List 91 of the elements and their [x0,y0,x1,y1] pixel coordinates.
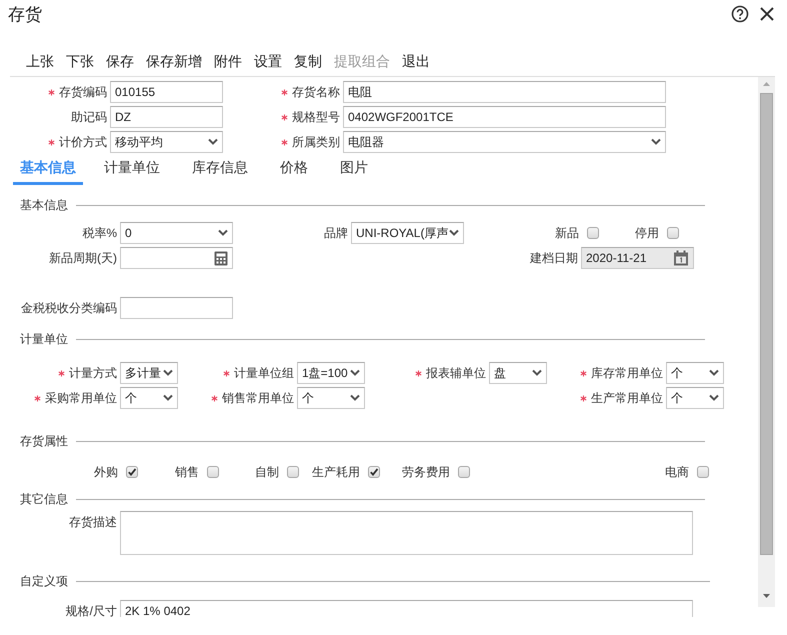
dropdown[interactable]: 1盘=100 [297,362,365,384]
field-label: 规格/尺寸 [66,602,117,617]
toolbar-button[interactable]: 下张 [66,53,94,71]
chevron-icon [651,138,661,146]
chevron-icon [163,394,173,402]
tab[interactable]: 库存信息 [185,157,255,185]
field-label: 劳务费用 [402,464,450,480]
toolbar-button[interactable]: 保存 [106,53,134,71]
checkbox[interactable] [207,466,219,478]
toolbar-button[interactable]: 附件 [214,53,242,71]
checkbox[interactable] [126,466,138,478]
field-label: 销售 [175,464,199,480]
dropdown[interactable]: 个 [297,387,365,409]
field-label: 建档日期 [530,250,578,266]
chevron-icon [709,394,719,402]
checkbox[interactable] [458,466,470,478]
checkbox[interactable] [587,227,599,239]
field-label: 金税税收分类编码 [21,300,117,316]
field-label: 新品周期(天) [49,250,117,266]
input-field[interactable]: 0402WGF2001TCE [343,106,666,128]
input-field[interactable]: 2K 1% 0402 [120,600,693,617]
field-label: 销售常用单位 [222,390,294,406]
checkbox[interactable] [667,227,679,239]
check-icon [127,467,137,477]
chevron-icon [218,229,228,237]
section-heading: 其它信息 [20,490,68,508]
scrollbar[interactable] [758,77,775,607]
dropdown[interactable]: 电阻器 [343,131,666,153]
text-area[interactable] [120,511,693,555]
chevron-icon [709,369,719,377]
field-label: 停用 [635,224,659,242]
field-label: 所属类别 [292,134,340,150]
checkbox[interactable] [287,466,299,478]
field-label: 计量方式 [69,364,117,382]
chevron-icon [163,369,173,377]
section-heading: 存货属性 [20,432,68,450]
field-label: 税率% [82,224,117,242]
help-icon[interactable] [731,5,749,23]
chevron-icon [208,138,218,146]
checkbox[interactable] [368,466,380,478]
field-label: 外购 [94,464,118,480]
field-label: 生产耗用 [312,464,360,480]
dropdown[interactable]: 个 [666,387,724,409]
toolbar-button[interactable]: 保存新增 [146,53,202,71]
check-icon [369,467,379,477]
dropdown[interactable]: 多计量 [120,362,178,384]
close-icon[interactable] [759,6,775,22]
input-field[interactable]: 电阻 [343,81,666,103]
field-label: 存货描述 [69,514,117,530]
section-heading: 计量单位 [20,330,68,348]
input-field[interactable]: DZ [110,106,223,128]
chevron-icon [532,369,542,377]
field-label: 报表辅单位 [426,364,486,382]
dropdown[interactable]: 盘 [489,362,547,384]
section-heading: 自定义项 [20,572,68,590]
toolbar-button[interactable]: 上张 [26,53,54,71]
field-label: 品牌 [324,224,348,242]
toolbar-button[interactable]: 退出 [402,53,430,71]
dropdown[interactable]: 0 [120,222,233,244]
calendar-icon [673,250,689,266]
field-label: 计价方式 [59,134,107,150]
field-label: 采购常用单位 [45,390,117,406]
chevron-icon [350,369,360,377]
calculator-icon [214,250,228,266]
field-label: 存货名称 [292,84,340,100]
field-label: 助记码 [71,108,107,126]
input-field[interactable]: 010155 [110,81,223,103]
field-label: 计量单位组 [234,364,294,382]
input-field[interactable] [120,247,233,269]
window-title: 存货 [8,4,42,26]
chevron-icon [449,229,459,237]
chevron-icon [350,394,360,402]
toolbar-button[interactable]: 复制 [294,53,322,71]
dropdown[interactable]: UNI-ROYAL(厚声 [351,222,464,244]
tab[interactable]: 价格 [273,157,315,185]
tab[interactable]: 图片 [333,157,375,185]
field-label: 新品 [555,224,579,242]
checkbox[interactable] [697,466,709,478]
section-heading: 基本信息 [20,196,68,214]
tab[interactable]: 计量单位 [97,157,167,185]
field-label: 电商 [665,464,689,480]
field-label: 自制 [255,464,279,480]
dropdown[interactable]: 个 [666,362,724,384]
field-label: 库存常用单位 [591,364,663,382]
toolbar-button[interactable]: 设置 [254,53,282,71]
field-label: 生产常用单位 [591,390,663,406]
input-field[interactable] [120,297,233,319]
field-label: 规格型号 [292,108,340,126]
field-label: 存货编码 [59,84,107,100]
dropdown[interactable]: 个 [120,387,178,409]
dropdown[interactable]: 移动平均 [110,131,223,153]
